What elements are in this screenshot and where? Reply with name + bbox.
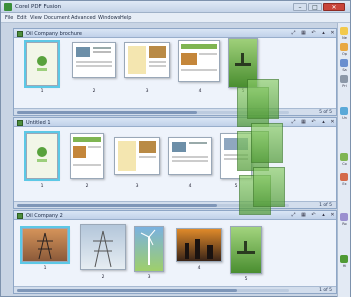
panel-title: Oil Company brochure [26, 30, 82, 37]
panel-close-icon[interactable]: ✕ [329, 30, 336, 37]
page-number: 3 [147, 275, 151, 280]
right-toolbar: Ne Op Sa Pri Un Co Ex Ro Hi [337, 23, 350, 297]
menu-document[interactable]: Document [44, 15, 70, 21]
page-number: 1 [43, 266, 47, 271]
page-number: 1 [40, 184, 44, 189]
page-thumbnail[interactable] [24, 131, 60, 181]
page-count: 1 of 5 [319, 203, 332, 208]
page-count: 5 of 5 [319, 110, 332, 115]
new-label: Ne [342, 36, 347, 40]
menu-advanced[interactable]: Advanced [71, 15, 96, 21]
new-icon[interactable] [340, 27, 348, 35]
more-icon[interactable]: ▴ [320, 119, 327, 126]
page-thumbnail[interactable] [114, 137, 160, 175]
menu-edit[interactable]: Edit [17, 15, 27, 21]
menu-help[interactable]: Help [120, 15, 131, 21]
page-number: 2 [92, 89, 96, 94]
grid-icon[interactable]: ▦ [300, 119, 307, 126]
document-icon [17, 212, 23, 219]
page-thumbnail[interactable] [124, 42, 170, 78]
page-thumbnail[interactable] [24, 40, 60, 88]
undo-label: Un [342, 116, 347, 120]
grid-icon[interactable]: ▦ [300, 212, 307, 219]
scroll-thumb[interactable] [17, 111, 197, 114]
print-label: Pri [342, 84, 347, 88]
page-thumbnail[interactable] [176, 228, 222, 262]
rotate-label: Ro [342, 222, 347, 226]
menu-file[interactable]: File [5, 15, 13, 21]
extract-label: Ex [342, 182, 347, 186]
window-title: Corel PDF Fusion [15, 4, 62, 10]
oil-logo-icon [37, 147, 47, 162]
scroll-thumb[interactable] [17, 289, 237, 292]
panel-close-icon[interactable]: ✕ [329, 119, 336, 126]
title-bar: Corel PDF Fusion – □ ✕ [1, 1, 350, 13]
power-tower-icon [37, 232, 53, 260]
page-thumbnail[interactable] [168, 137, 212, 175]
panel-title: Oil Company 2 [26, 212, 63, 219]
undo-icon[interactable]: ↶ [310, 212, 317, 219]
page-number: 4 [188, 184, 192, 189]
page-number: 3 [145, 89, 149, 94]
wind-turbine-icon [140, 229, 156, 265]
undo-icon[interactable]: ↶ [310, 119, 317, 126]
page-thumbnail[interactable] [178, 40, 220, 82]
help-label: Hi [342, 264, 347, 268]
save-icon[interactable] [340, 59, 348, 67]
copy-label: Co [342, 162, 347, 166]
save-label: Sa [342, 68, 347, 72]
undo-icon[interactable] [340, 107, 348, 115]
maximize-button[interactable]: □ [308, 3, 322, 11]
dragged-pages[interactable] [233, 79, 293, 279]
scroll-thumb[interactable] [17, 204, 217, 207]
refinery-icon [185, 239, 213, 259]
oil-logo-icon [37, 56, 47, 71]
app-logo-icon [4, 3, 12, 11]
open-label: Op [342, 52, 347, 56]
rotate-icon[interactable] [340, 213, 348, 221]
horizontal-scrollbar[interactable] [17, 289, 289, 292]
page-count: 1 of 5 [319, 288, 332, 293]
page-thumbnail[interactable] [80, 224, 126, 270]
page-thumbnail[interactable] [72, 42, 116, 78]
page-number: 2 [101, 275, 105, 280]
document-icon [17, 30, 23, 37]
menu-bar: File Edit View Document Advanced Windows… [1, 13, 350, 23]
panel-footer: 1 of 5 [14, 286, 336, 293]
grid-icon[interactable]: ▦ [300, 30, 307, 37]
menu-windows[interactable]: Windows [98, 15, 120, 21]
dragged-page[interactable] [247, 79, 279, 119]
open-icon[interactable] [340, 43, 348, 51]
page-number: 2 [85, 184, 89, 189]
help-icon[interactable] [340, 255, 348, 263]
more-icon[interactable]: ▴ [320, 212, 327, 219]
dragged-page[interactable] [253, 167, 285, 207]
undo-icon[interactable]: ↶ [310, 30, 317, 37]
print-icon[interactable] [340, 75, 348, 83]
page-thumbnail[interactable] [70, 133, 104, 179]
page-number: 3 [135, 184, 139, 189]
page-number: 4 [198, 89, 202, 94]
page-number: 1 [40, 89, 44, 94]
dragged-page[interactable] [251, 123, 283, 163]
fit-icon[interactable]: ⤢ [290, 30, 297, 37]
menu-view[interactable]: View [30, 15, 42, 21]
minimize-button[interactable]: – [293, 3, 307, 11]
page-number: 4 [197, 266, 201, 271]
power-tower-icon [93, 230, 113, 268]
page-thumbnail[interactable] [20, 226, 70, 264]
extract-icon[interactable] [340, 173, 348, 181]
page-thumbnail[interactable] [134, 226, 164, 272]
panel-title: Untitled 1 [26, 119, 51, 126]
close-button[interactable]: ✕ [323, 3, 345, 11]
app-window: Corel PDF Fusion – □ ✕ File Edit View Do… [0, 0, 351, 297]
panel-close-icon[interactable]: ✕ [329, 212, 336, 219]
panel-header: Oil Company brochure ⤢ ▦ ↶ ▴ ✕ [14, 29, 336, 38]
more-icon[interactable]: ▴ [320, 30, 327, 37]
copy-icon[interactable] [340, 153, 348, 161]
document-icon [17, 119, 23, 126]
